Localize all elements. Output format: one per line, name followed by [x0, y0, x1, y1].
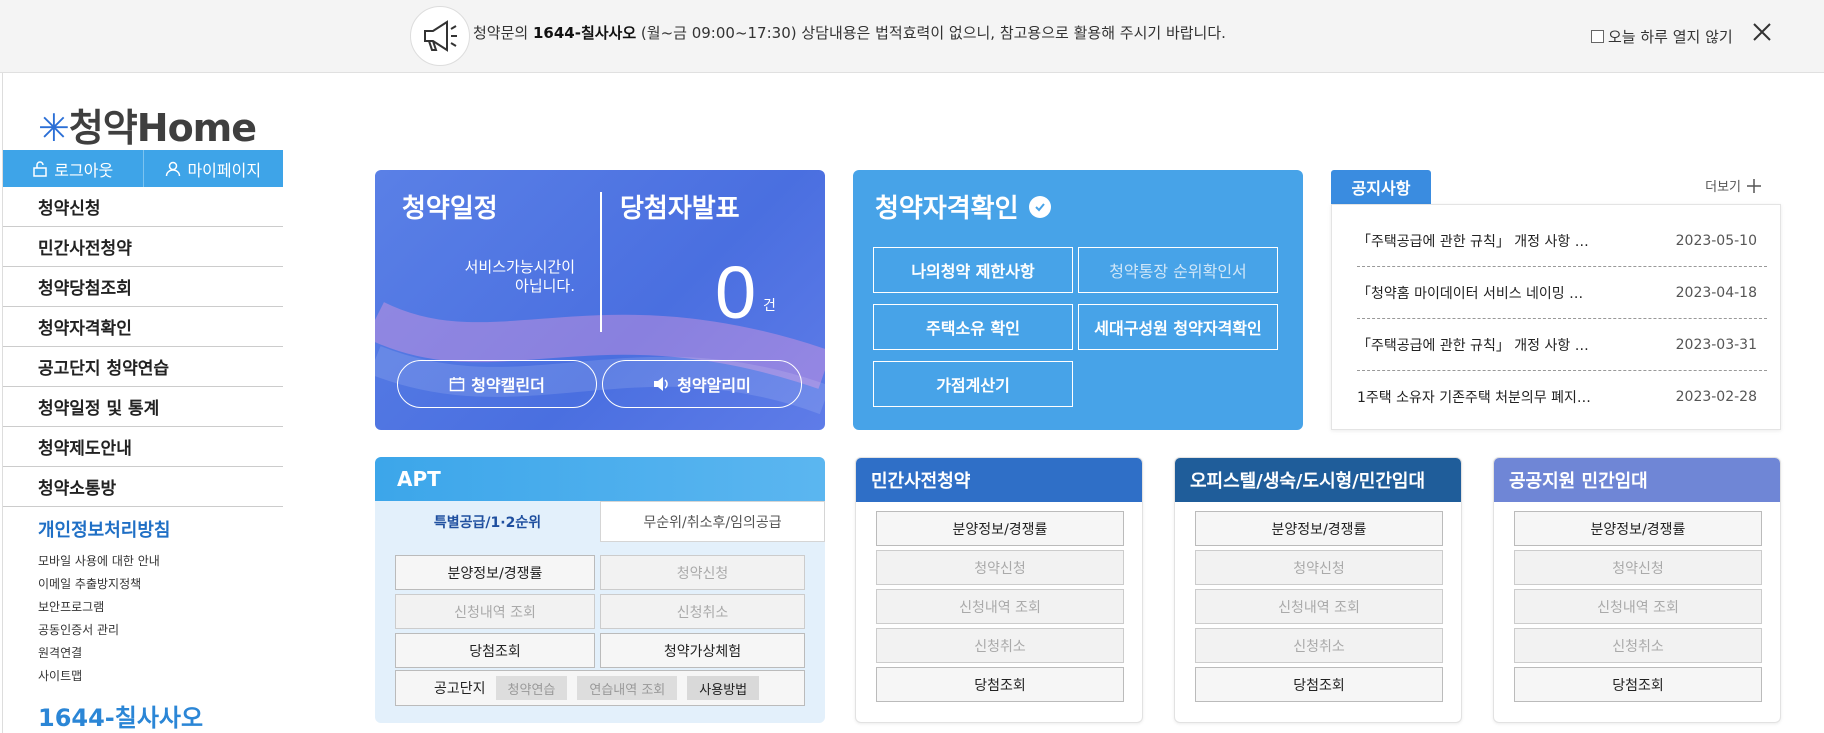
calendar-icon: [449, 377, 465, 392]
sub-links: 개인정보처리방침 모바일 사용에 대한 안내 이메일 추출방지정책 보안프로그램…: [38, 516, 170, 688]
alarm-button[interactable]: 청약알리미: [602, 360, 802, 408]
sub-link[interactable]: 이메일 추출방지정책: [38, 573, 170, 596]
service-time-message: 서비스가능시간이 아닙니다.: [464, 258, 575, 295]
notice-box: 공지사항 더보기 「주택공급에 관한 규칙」 개정 사항 … 2023-05-10…: [1331, 170, 1781, 430]
winners-title[interactable]: 당첨자발표: [620, 188, 740, 225]
section-button[interactable]: 신청내역 조회: [876, 589, 1124, 624]
logout-button[interactable]: 로그아웃: [3, 150, 144, 187]
more-link[interactable]: 더보기: [1705, 176, 1761, 195]
apt-info-button[interactable]: 분양정보/경쟁률: [395, 555, 595, 590]
user-icon: [166, 161, 181, 176]
apt-history-button[interactable]: 신청내역 조회: [395, 594, 595, 629]
section-title: 공공지원 민간임대: [1494, 458, 1780, 502]
section-title: 오피스텔/생숙/도시형/민간임대: [1175, 458, 1461, 502]
notice-item[interactable]: 「청약홈 마이데이터 서비스 네이밍 … 2023-04-18: [1357, 267, 1757, 319]
speaker-icon: [654, 377, 668, 391]
count-unit: 건: [763, 298, 776, 314]
section-button[interactable]: 청약신청: [1195, 550, 1443, 585]
house-ownership-button[interactable]: 주택소유 확인: [873, 304, 1073, 350]
menu-item[interactable]: 청약제도안내: [3, 427, 283, 467]
account-rank-button[interactable]: 청약통장 순위확인서: [1078, 247, 1278, 293]
menu-item[interactable]: 청약신청: [3, 187, 283, 227]
sub-link[interactable]: 원격연결: [38, 642, 170, 665]
section-button[interactable]: 청약신청: [1514, 550, 1762, 585]
notice-tab[interactable]: 공지사항: [1331, 170, 1431, 204]
section-public-rental: 공공지원 민간임대 분양정보/경쟁률 청약신청 신청내역 조회 신청취소 당첨조…: [1493, 457, 1781, 723]
sub-link[interactable]: 사이트맵: [38, 665, 170, 688]
notice-list: 「주택공급에 관한 규칙」 개정 사항 … 2023-05-10 「청약홈 마이데…: [1331, 204, 1781, 430]
auth-bar: 로그아웃 마이페이지: [3, 150, 283, 187]
schedule-title[interactable]: 청약일정: [402, 188, 498, 225]
section-button[interactable]: 신청내역 조회: [1514, 589, 1762, 624]
checkbox-box[interactable]: [1591, 30, 1604, 43]
section-button[interactable]: 당첨조회: [1195, 667, 1443, 702]
sub-link[interactable]: 공동인증서 관리: [38, 619, 170, 642]
apt-winner-button[interactable]: 당첨조회: [395, 633, 595, 668]
qualification-card: 청약자격확인 나의청약 제한사항 청약통장 순위확인서 주택소유 확인 세대구성…: [853, 170, 1303, 430]
schedule-card: 청약일정 당첨자발표 서비스가능시간이 아닙니다. 0 건 청약캘린더 청약알리미: [375, 170, 825, 430]
tab-special-supply[interactable]: 특별공급/1·2순위: [375, 501, 600, 542]
apt-title: APT: [375, 457, 825, 501]
section-button[interactable]: 신청취소: [876, 628, 1124, 663]
section-officetel: 오피스텔/생숙/도시형/민간임대 분양정보/경쟁률 청약신청 신청내역 조회 신…: [1174, 457, 1462, 723]
practice-history-button[interactable]: 연습내역 조회: [577, 676, 678, 700]
sidebar: ✳청약Home 로그아웃 마이페이지 청약신청 민간사전청약 청약당첨조회 청약…: [2, 73, 283, 733]
apt-cancel-button[interactable]: 신청취소: [600, 594, 805, 629]
qualification-title[interactable]: 청약자격확인: [875, 188, 1051, 225]
apt-simulation-button[interactable]: 청약가상체험: [600, 633, 805, 668]
section-button[interactable]: 당첨조회: [1514, 667, 1762, 702]
mypage-button[interactable]: 마이페이지: [144, 150, 284, 187]
lock-icon: [33, 160, 48, 177]
section-private-pre: 민간사전청약 분양정보/경쟁률 청약신청 신청내역 조회 신청취소 당첨조회: [855, 457, 1143, 723]
usage-guide-button[interactable]: 사용방법: [687, 676, 760, 700]
section-button[interactable]: 분양정보/경쟁률: [1514, 511, 1762, 546]
dont-show-today-checkbox[interactable]: 오늘 하루 열지 않기: [1591, 26, 1733, 47]
winners-count: 0: [715, 251, 757, 334]
notice-item[interactable]: 1주택 소유자 기존주택 처분의무 폐지… 2023-02-28: [1357, 371, 1757, 423]
main-menu: 청약신청 민간사전청약 청약당첨조회 청약자격확인 공고단지 청약연습 청약일정…: [3, 187, 283, 507]
restriction-button[interactable]: 나의청약 제한사항: [873, 247, 1073, 293]
apt-card: APT 특별공급/1·2순위 무순위/취소후/임의공급 분양정보/경쟁률 청약신…: [375, 457, 825, 723]
menu-item[interactable]: 공고단지 청약연습: [3, 347, 283, 387]
section-button[interactable]: 분양정보/경쟁률: [1195, 511, 1443, 546]
section-button[interactable]: 분양정보/경쟁률: [876, 511, 1124, 546]
section-button[interactable]: 청약신청: [876, 550, 1124, 585]
section-title: 민간사전청약: [856, 458, 1142, 502]
practice-label: 공고단지: [434, 681, 486, 697]
sub-link[interactable]: 모바일 사용에 대한 안내: [38, 550, 170, 573]
tab-unranked-supply[interactable]: 무순위/취소후/임의공급: [600, 501, 825, 542]
menu-item[interactable]: 민간사전청약: [3, 227, 283, 267]
section-button[interactable]: 당첨조회: [876, 667, 1124, 702]
menu-item[interactable]: 청약소통방: [3, 467, 283, 507]
section-button[interactable]: 신청내역 조회: [1195, 589, 1443, 624]
site-logo[interactable]: ✳청약Home: [38, 97, 257, 152]
support-phone: 1644-칠사사오: [38, 704, 204, 732]
check-circle-icon: [1028, 195, 1051, 218]
calendar-button[interactable]: 청약캘린더: [397, 360, 597, 408]
close-icon[interactable]: [1750, 20, 1774, 44]
privacy-policy-link[interactable]: 개인정보처리방침: [38, 516, 170, 542]
section-button[interactable]: 신청취소: [1514, 628, 1762, 663]
apt-apply-button[interactable]: 청약신청: [600, 555, 805, 590]
practice-button[interactable]: 청약연습: [495, 676, 568, 700]
megaphone-icon: [410, 6, 470, 66]
section-button[interactable]: 신청취소: [1195, 628, 1443, 663]
notice-banner: 청약문의 1644-칠사사오 (월~금 09:00~17:30) 상담내용은 법…: [0, 0, 1824, 73]
menu-item[interactable]: 청약자격확인: [3, 307, 283, 347]
score-calculator-button[interactable]: 가점계산기: [873, 361, 1073, 407]
household-qualification-button[interactable]: 세대구성원 청약자격확인: [1078, 304, 1278, 350]
menu-item[interactable]: 청약일정 및 통계: [3, 387, 283, 427]
practice-box: 공고단지 청약연습 연습내역 조회 사용방법: [395, 670, 805, 706]
sub-link[interactable]: 보안프로그램: [38, 596, 170, 619]
plus-icon: [1747, 178, 1761, 193]
notice-item[interactable]: 「주택공급에 관한 규칙」 개정 사항 … 2023-03-31: [1357, 319, 1757, 371]
menu-item[interactable]: 청약당첨조회: [3, 267, 283, 307]
notice-item[interactable]: 「주택공급에 관한 규칙」 개정 사항 … 2023-05-10: [1357, 215, 1757, 267]
notice-text: 청약문의 1644-칠사사오 (월~금 09:00~17:30) 상담내용은 법…: [473, 24, 1226, 42]
divider: [600, 192, 602, 332]
